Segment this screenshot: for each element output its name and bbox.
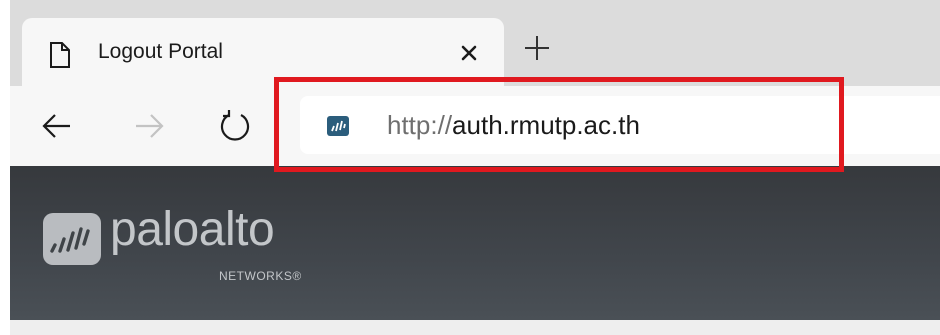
- refresh-icon[interactable]: [218, 109, 252, 143]
- plus-icon[interactable]: [524, 35, 550, 61]
- left-margin: [0, 0, 10, 335]
- browser-window: Logout Portal http://auth.rmutp.ac.th pa…: [0, 0, 940, 335]
- forward-arrow-icon[interactable]: [132, 109, 166, 143]
- highlight-box: [274, 77, 844, 172]
- tab-strip: Logout Portal: [0, 0, 940, 86]
- logo-subtitle: NETWORKS®: [219, 269, 302, 283]
- page-icon: [50, 42, 70, 68]
- tab-title: Logout Portal: [98, 40, 223, 63]
- back-arrow-icon[interactable]: [40, 109, 74, 143]
- paloalto-logo-icon: [43, 213, 101, 265]
- logo-text: paloalto: [110, 203, 275, 256]
- close-icon[interactable]: [458, 42, 480, 64]
- page-content-area: [0, 320, 940, 335]
- page-header: paloalto NETWORKS®: [0, 166, 940, 320]
- tab-logout-portal[interactable]: Logout Portal: [22, 18, 504, 86]
